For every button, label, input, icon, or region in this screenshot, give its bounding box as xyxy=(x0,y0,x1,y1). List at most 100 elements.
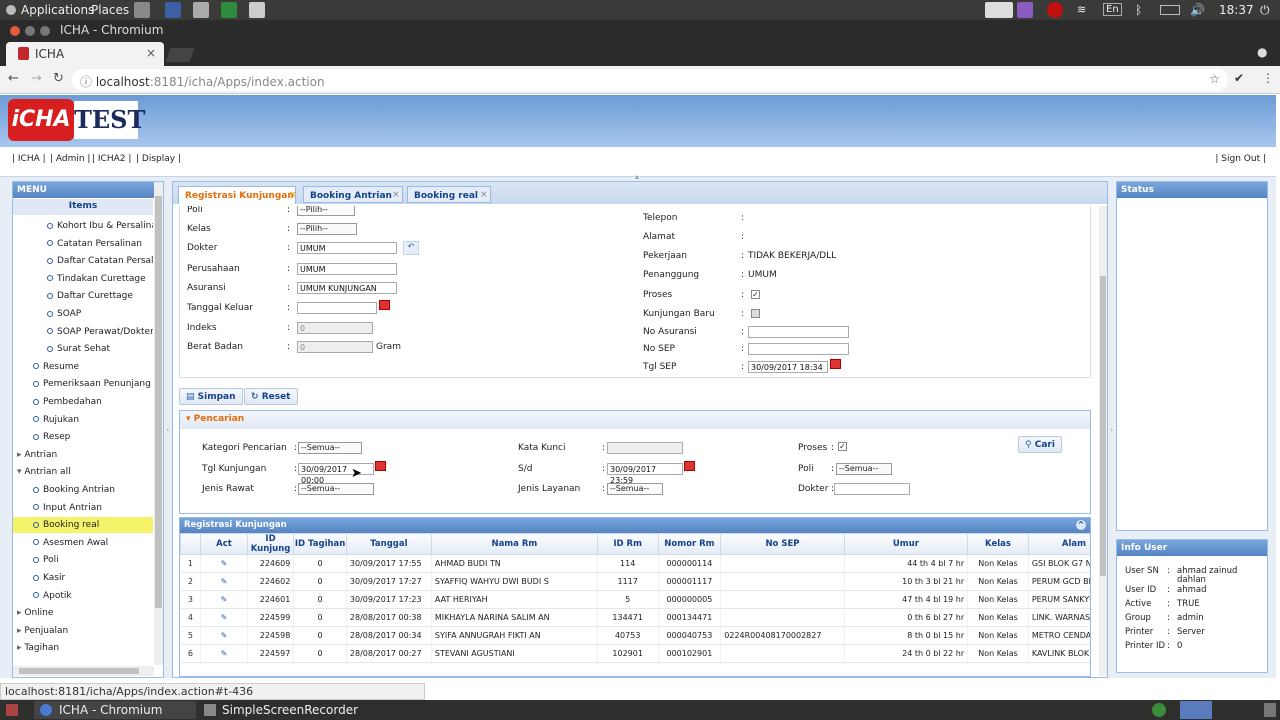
kunjungan-baru-checkbox[interactable] xyxy=(751,309,760,318)
simpan-button[interactable]: ▤ Simpan xyxy=(179,388,243,405)
new-tab-button[interactable] xyxy=(165,48,195,62)
column-header[interactable]: Act xyxy=(200,533,248,555)
menu-item[interactable]: Booking Antrian xyxy=(13,482,153,498)
menu-hscroll-thumb[interactable] xyxy=(19,668,139,674)
applications-menu[interactable]: Applications xyxy=(21,3,94,17)
kategori-select[interactable]: --Semua-- xyxy=(298,442,362,454)
menu-item[interactable]: ▸ Tagihan xyxy=(13,640,153,656)
kata-kunci-input[interactable] xyxy=(607,442,683,454)
url-bar[interactable]: ⓘ localhost:8181/icha/Apps/index.action … xyxy=(72,69,1228,91)
reload-icon[interactable]: ↻ xyxy=(53,71,64,86)
tab-close-icon[interactable]: × xyxy=(392,190,400,200)
browser-tab[interactable]: ICHA × xyxy=(6,42,164,66)
table-row[interactable]: 1 ✎ 224609 0 30/09/2017 17:55 AHMAD BUDI TN 11… xyxy=(180,554,1090,573)
wifi-icon[interactable]: ≋ xyxy=(1077,3,1086,16)
tray-app-icon[interactable] xyxy=(985,2,1013,18)
menu-scroll-thumb[interactable] xyxy=(155,196,162,608)
column-header[interactable]: ID Kunjung xyxy=(246,533,295,555)
minimize-window-icon[interactable] xyxy=(25,26,35,36)
taskbar-item-recorder[interactable]: SimpleScreenRecorder xyxy=(200,701,380,719)
battery-icon[interactable] xyxy=(1160,5,1180,15)
table-row[interactable]: 6 ✎ 224597 0 28/08/2017 00:27 STEVANI AGUSTIA… xyxy=(180,644,1090,663)
no-sep-input[interactable] xyxy=(748,343,849,355)
spreadsheet-launcher-icon[interactable] xyxy=(221,2,237,18)
no-asuransi-input[interactable] xyxy=(748,326,849,338)
dokter-reset-icon[interactable]: ↶ xyxy=(403,241,419,255)
center-scroll-thumb[interactable] xyxy=(1100,276,1106,576)
kelas-select[interactable]: --Pilih-- xyxy=(297,223,357,235)
tgl-sd-input[interactable]: 30/09/2017 23:59 xyxy=(607,463,683,485)
tab-booking-antrian[interactable]: Booking Antrian × xyxy=(303,186,403,203)
tgl-kunjungan-input[interactable]: 30/09/2017 00:00 xyxy=(298,463,374,485)
tab-close-icon[interactable]: × xyxy=(146,46,156,60)
calendar-icon[interactable] xyxy=(379,300,390,310)
grid-collapse-icon[interactable]: ^ xyxy=(1076,520,1086,530)
menu-item[interactable]: Asesmen Awal xyxy=(13,535,153,551)
menu-item[interactable]: Resep xyxy=(13,429,153,445)
asuransi-input[interactable]: UMUM KUNJUNGAN xyxy=(297,282,397,294)
menu-item[interactable]: ▾ Antrian all xyxy=(13,464,153,480)
show-desktop-icon[interactable] xyxy=(6,704,18,716)
proses-checkbox[interactable]: ✓ xyxy=(751,290,760,299)
table-row[interactable]: 5 ✎ 224598 0 28/08/2017 00:34 SYIFA ANNUGRAH … xyxy=(180,626,1090,645)
calendar-icon[interactable] xyxy=(830,359,841,369)
close-window-icon[interactable] xyxy=(10,26,20,36)
tab-registrasi-kunjungan[interactable]: Registrasi Kunjungan × xyxy=(178,186,297,204)
taskbar-item-chromium[interactable]: ICHA - Chromium xyxy=(34,701,196,719)
menu-hscrollbar[interactable] xyxy=(13,666,154,676)
back-icon[interactable]: ← xyxy=(8,71,19,86)
link-sign-out[interactable]: | Sign Out | xyxy=(1215,154,1266,164)
maximize-window-icon[interactable] xyxy=(40,26,50,36)
menu-item[interactable]: Input Antrian xyxy=(13,500,153,516)
menu-item[interactable]: Tindakan Curettage xyxy=(13,271,153,287)
collapse-north-icon[interactable]: ▴ xyxy=(635,172,639,181)
profile-icon[interactable]: ● xyxy=(1257,45,1267,59)
proses-search-checkbox[interactable]: ✓ xyxy=(838,442,847,451)
files-launcher-icon[interactable] xyxy=(193,2,209,18)
power-icon[interactable]: ⏻ xyxy=(1260,3,1270,18)
menu-item[interactable]: Apotik xyxy=(13,588,153,604)
tanggal-keluar-input[interactable] xyxy=(297,302,377,314)
table-row[interactable]: 3 ✎ 224601 0 30/09/2017 17:23 AAT HERIYAH 5 000… xyxy=(180,590,1090,609)
indeks-input[interactable]: 0 xyxy=(297,322,373,334)
menu-item[interactable]: Daftar Curettage xyxy=(13,288,153,304)
search-header[interactable]: ▾ Pencarian xyxy=(180,411,1090,429)
volume-icon[interactable]: 🔊 xyxy=(1190,3,1205,17)
chromium-tray-icon[interactable] xyxy=(1180,701,1212,719)
bluetooth-icon[interactable]: ᛒ xyxy=(1135,3,1142,17)
reset-button[interactable]: ↻ Reset xyxy=(244,388,298,405)
menu-scrollbar[interactable] xyxy=(154,182,163,665)
perusahaan-input[interactable]: UMUM xyxy=(297,263,397,275)
bookmark-star-icon[interactable]: ☆ xyxy=(1209,72,1220,86)
menu-item[interactable]: ▸ Online xyxy=(13,605,153,621)
jenis-layanan-select[interactable]: --Semua-- xyxy=(607,483,663,495)
calendar-icon[interactable] xyxy=(684,461,695,471)
menu-item[interactable]: SOAP Perawat/Dokter xyxy=(13,324,153,340)
cari-button[interactable]: ⚲ Cari xyxy=(1018,436,1062,453)
menu-item[interactable]: SOAP xyxy=(13,306,153,322)
menu-item[interactable]: Pemeriksaan Penunjang xyxy=(13,376,153,392)
places-menu[interactable]: Places xyxy=(91,3,129,17)
edit-icon[interactable]: ✎ xyxy=(200,554,248,573)
keyboard-layout[interactable]: En xyxy=(1103,3,1122,16)
edit-icon[interactable]: ✎ xyxy=(200,644,248,663)
menu-item[interactable]: Kohort Ibu & Persalinan xyxy=(13,218,153,234)
menu-item[interactable]: Kasir xyxy=(13,570,153,586)
edit-icon[interactable]: ✎ xyxy=(200,590,248,609)
column-header[interactable]: ID Tagihan xyxy=(293,533,347,555)
chrome-tray-icon[interactable] xyxy=(1152,703,1166,717)
column-header[interactable]: Alam xyxy=(1027,533,1090,555)
column-header[interactable]: Nomor Rm xyxy=(657,533,722,555)
edit-icon[interactable]: ✎ xyxy=(200,626,248,645)
tgl-sep-input[interactable]: 30/09/2017 18:34 xyxy=(748,361,828,373)
link-display[interactable]: | Display | xyxy=(136,154,181,164)
tab-booking-real[interactable]: Booking real × xyxy=(407,186,491,203)
chrome-menu-icon[interactable]: ⋮ xyxy=(1262,71,1274,85)
column-header[interactable]: No SEP xyxy=(720,533,845,555)
link-icha2[interactable]: | ICHA2 | xyxy=(92,154,131,164)
edit-icon[interactable]: ✎ xyxy=(200,608,248,627)
tab-close-icon[interactable]: × xyxy=(480,190,488,200)
jenis-rawat-select[interactable]: --Semua-- xyxy=(298,483,374,495)
poli-select[interactable]: --Pilih-- xyxy=(297,206,355,216)
forward-icon[interactable]: → xyxy=(31,71,42,86)
